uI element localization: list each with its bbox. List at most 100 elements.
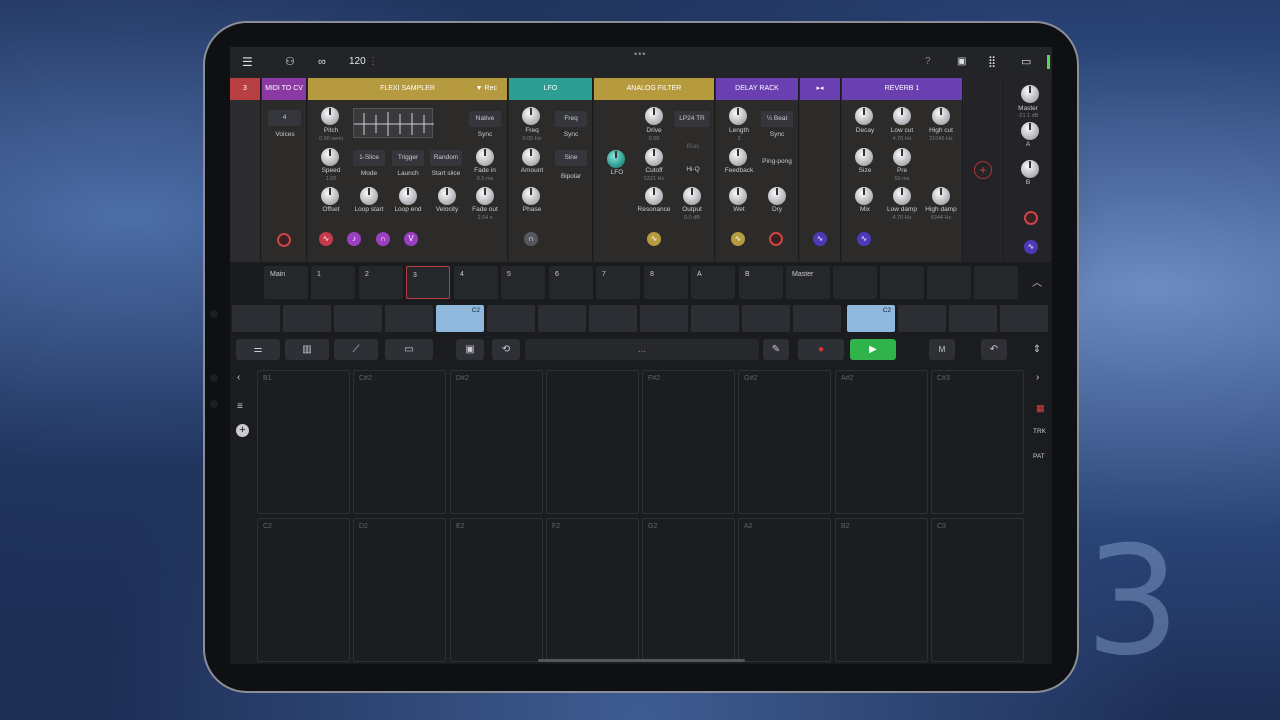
filter-mod-icon[interactable]: ∿ (647, 232, 661, 246)
velocity-knob[interactable] (438, 187, 456, 205)
pad[interactable]: F#2 (642, 370, 735, 514)
start-slice-select[interactable]: Random (430, 150, 462, 166)
highdamp-knob[interactable] (932, 187, 950, 205)
device-title[interactable]: LFO (509, 78, 592, 100)
clip-slot[interactable] (538, 305, 586, 332)
track-4[interactable]: 4 (454, 266, 498, 299)
send-b-knob[interactable] (1021, 160, 1039, 178)
track-main[interactable]: Main (264, 266, 308, 299)
master-mod-icon[interactable]: ∿ (1024, 240, 1038, 254)
pad[interactable]: F2 (546, 518, 639, 662)
master-out-icon[interactable] (1024, 211, 1038, 225)
clip-slot[interactable] (232, 305, 280, 332)
trk-button[interactable]: TRK (1033, 428, 1046, 435)
decay-knob[interactable] (855, 107, 873, 125)
output-knob[interactable] (683, 187, 701, 205)
drag-handle-icon[interactable]: ••• (634, 49, 646, 59)
lowdamp-knob[interactable] (893, 187, 911, 205)
bars-icon[interactable]: ▥ (285, 339, 329, 360)
lfo-wave-select[interactable]: Sine (555, 150, 587, 166)
add-device-icon[interactable]: + (974, 161, 992, 179)
lfo-mod-knob[interactable] (607, 150, 625, 168)
track-8[interactable]: 8 (644, 266, 688, 299)
track-6[interactable]: 6 (549, 266, 593, 299)
track-empty[interactable] (833, 266, 877, 299)
mode-select[interactable]: 1-Slice (353, 150, 385, 166)
clip-active[interactable]: C2 (847, 305, 895, 332)
add-icon[interactable]: + (236, 424, 249, 437)
pad[interactable]: E2 (450, 518, 543, 662)
beat-select[interactable]: ¼ Beat (761, 111, 793, 127)
lfo-amount-knob[interactable] (522, 148, 540, 166)
clip-slot[interactable] (589, 305, 637, 332)
track-master[interactable]: Master (786, 266, 830, 299)
delay-mod-icon[interactable]: ∿ (731, 232, 745, 246)
fade-in-knob[interactable] (476, 148, 494, 166)
pat-button[interactable]: PAT (1033, 453, 1045, 460)
grid-icon[interactable]: ▣ (957, 55, 966, 69)
feedback-knob[interactable] (729, 148, 747, 166)
pad[interactable]: G2 (642, 518, 735, 662)
loop-icon[interactable]: ∞ (318, 55, 326, 69)
clip-active[interactable]: C2 (436, 305, 484, 332)
track-3[interactable]: 3 (406, 266, 450, 299)
track-1[interactable]: 1 (311, 266, 355, 299)
clip-slot[interactable] (640, 305, 688, 332)
wet-knob[interactable] (729, 187, 747, 205)
edit-icon[interactable]: ✎ (763, 339, 789, 360)
offset-knob[interactable] (321, 187, 339, 205)
tempo-menu-icon[interactable]: ⋮ (368, 56, 378, 67)
highcut-knob[interactable] (932, 107, 950, 125)
loop-toggle-icon[interactable]: ⟲ (492, 339, 520, 360)
collapsed-mod-icon[interactable]: ∿ (813, 232, 827, 246)
tempo-display[interactable]: 120 (349, 56, 366, 67)
clip-slot[interactable] (949, 305, 997, 332)
cutoff-knob[interactable] (645, 148, 663, 166)
length-knob[interactable] (729, 107, 747, 125)
dry-knob[interactable] (768, 187, 786, 205)
delay-out-icon[interactable] (769, 232, 783, 246)
waveform-display[interactable] (353, 108, 434, 138)
pingpong-toggle[interactable]: Ping-pong (754, 158, 800, 166)
rec-button[interactable]: ▼ Rec (476, 85, 497, 92)
speed-knob[interactable] (321, 148, 339, 166)
pitch-knob[interactable] (321, 107, 339, 125)
pad[interactable] (546, 370, 639, 514)
filter-type-select[interactable]: LP24 TR (674, 111, 710, 127)
lowcut-knob[interactable] (893, 107, 911, 125)
next-octave-icon[interactable]: › (1036, 372, 1039, 383)
expand-vertical-icon[interactable]: ⇕ (1027, 339, 1047, 360)
reverb-mod-icon[interactable]: ∿ (857, 232, 871, 246)
track-2[interactable]: 2 (359, 266, 403, 299)
size-knob[interactable] (855, 148, 873, 166)
cv-out-icon[interactable] (277, 233, 291, 247)
pad[interactable]: C3 (931, 518, 1024, 662)
pad[interactable]: D#2 (450, 370, 543, 514)
metronome-icon[interactable]: ⚇ (285, 55, 295, 69)
track-5[interactable]: 5 (501, 266, 545, 299)
prev-octave-icon[interactable]: ‹ (237, 372, 240, 383)
clip-slot[interactable] (487, 305, 535, 332)
window-icon[interactable]: ▭ (1021, 55, 1031, 69)
pre-knob[interactable] (893, 148, 911, 166)
screen-icon[interactable]: ▣ (456, 339, 484, 360)
pad[interactable]: D2 (353, 518, 446, 662)
track-number[interactable]: 3 (230, 78, 260, 100)
clip-slot[interactable] (385, 305, 433, 332)
device-title[interactable]: REVERB 1 (842, 78, 962, 100)
pad[interactable]: G#2 (738, 370, 831, 514)
native-button[interactable]: Native (469, 111, 501, 127)
undo-icon[interactable]: ↶ (981, 339, 1007, 360)
lfo-phase-knob[interactable] (522, 187, 540, 205)
track-b[interactable]: B (739, 266, 783, 299)
loop-start-knob[interactable] (360, 187, 378, 205)
lfo-out-icon[interactable]: ∩ (524, 232, 538, 246)
apps-icon[interactable]: ⣿ (988, 55, 996, 69)
send-a-knob[interactable] (1021, 122, 1039, 140)
pad[interactable]: A#2 (835, 370, 928, 514)
pad[interactable]: B1 (257, 370, 350, 514)
collapse-up-icon[interactable]: ︿ (1032, 274, 1042, 289)
mod-velocity-icon[interactable]: V (404, 232, 418, 246)
track-empty[interactable] (927, 266, 971, 299)
mod-note-icon[interactable]: ♪ (347, 232, 361, 246)
